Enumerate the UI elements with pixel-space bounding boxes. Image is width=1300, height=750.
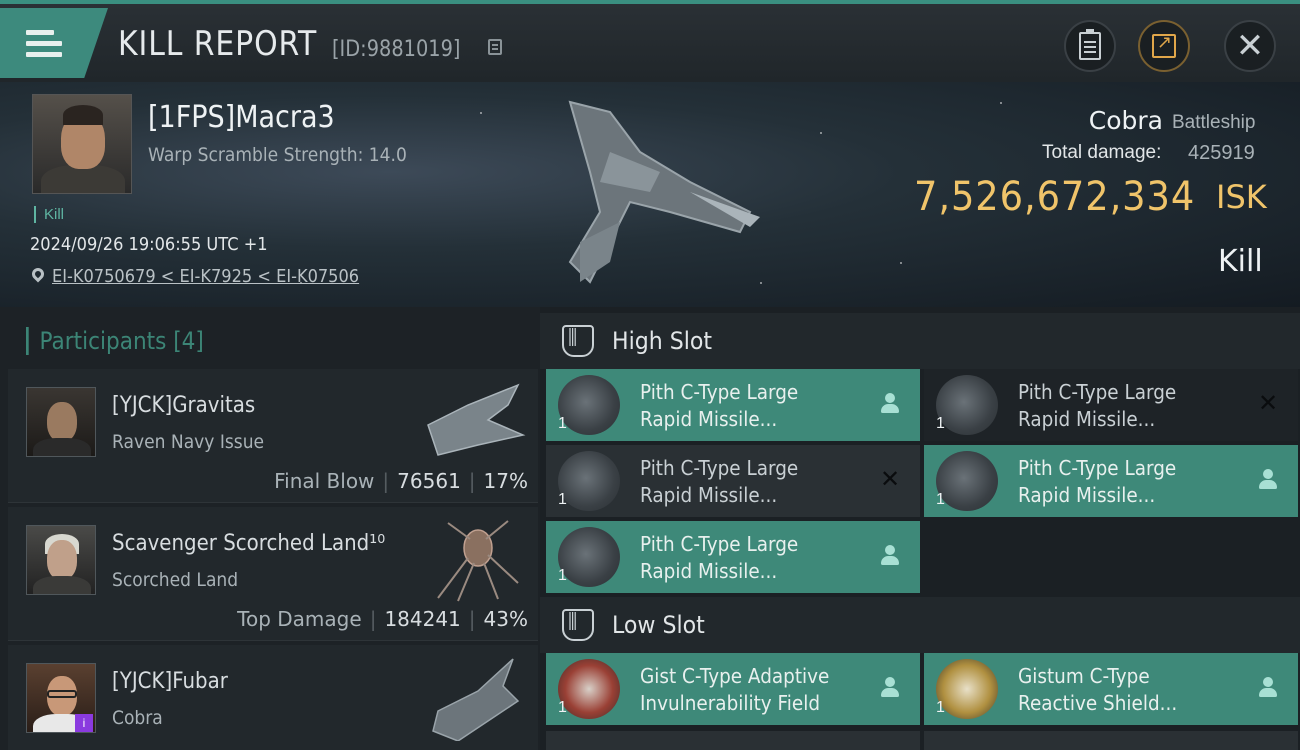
total-damage-label: Total damage: [1042, 142, 1162, 163]
high-slot-header: High Slot [540, 313, 1300, 369]
module-count: 1 [936, 491, 945, 508]
module-item-partial[interactable] [546, 731, 920, 750]
participant-percent: 43% [483, 607, 528, 631]
avatar: i [26, 663, 96, 733]
module-name: Pith C-Type Large Rapid Missile... [640, 456, 799, 507]
participant-card[interactable]: [YJCK]Gravitas Raven Navy Issue Final Bl… [8, 369, 538, 503]
missile-launcher-icon [936, 451, 998, 511]
module-item[interactable]: 1 Pith C-Type Large Rapid Missile... ✕ [924, 369, 1298, 441]
participant-name: Scavenger Scorched Land¹⁰ [112, 531, 386, 556]
high-slot-title: High Slot [612, 327, 713, 355]
low-slot-header: Low Slot [540, 597, 1300, 653]
share-icon [1152, 32, 1176, 58]
info-badge-icon: i [75, 714, 93, 732]
kill-tag: Kill [34, 206, 64, 223]
header-bar: KILL REPORT [ID:9881019] ✕ [0, 0, 1300, 82]
share-button[interactable] [1138, 20, 1190, 72]
page-title: KILL REPORT [118, 24, 318, 64]
kill-result: Kill [1218, 244, 1263, 279]
module-item-partial[interactable] [924, 731, 1298, 750]
victim-ship-image [568, 100, 760, 284]
dropped-person-icon [878, 391, 902, 415]
participant-ship: Scorched Land [112, 569, 239, 591]
missile-launcher-icon [936, 375, 998, 435]
participant-name: [YJCK]Gravitas [112, 393, 256, 418]
missile-launcher-icon [558, 451, 620, 511]
shield-module-icon [936, 659, 998, 719]
destroyed-x-icon: ✕ [1257, 389, 1279, 417]
module-count: 1 [558, 415, 567, 432]
missile-launcher-icon [558, 527, 620, 587]
participant-name: [YJCK]Fubar [112, 669, 228, 694]
module-count: 1 [558, 699, 567, 716]
participants-panel: Participants [4] [YJCK]Gravitas Raven Na… [0, 307, 540, 750]
participant-ship: Cobra [112, 707, 163, 729]
participant-percent: 17% [483, 469, 528, 493]
menu-icon [26, 30, 62, 58]
participant-damage: 76561 [397, 469, 461, 493]
report-id: [ID:9881019] [332, 37, 461, 62]
participant-role: Final Blow [274, 469, 375, 493]
participant-stats: Final Blow | 76561 | 17% [274, 469, 528, 493]
module-item[interactable]: 1 Pith C-Type Large Rapid Missile... [546, 369, 920, 441]
dropped-person-icon [1256, 675, 1280, 699]
fitting-panel: High Slot 1 Pith C-Type LargeRapid Missi… [540, 307, 1300, 750]
clipboard-icon [1079, 29, 1101, 60]
module-item[interactable]: 1 Pith C-Type Large Rapid Missile... [546, 521, 920, 593]
victim-ship-class: Battleship [1172, 112, 1256, 133]
dropped-person-icon [878, 543, 902, 567]
module-count: 1 [558, 567, 567, 584]
victim-avatar[interactable] [32, 94, 132, 194]
module-item[interactable]: 1 Gist C-Type Adaptive Invulnerability Fi… [546, 653, 920, 725]
module-name: Pith C-Type Large Rapid Missile... [1018, 380, 1177, 431]
participant-damage: 184241 [384, 607, 461, 631]
module-item[interactable]: 1 Gistum C-Type Reactive Shield... [924, 653, 1298, 725]
module-count: 1 [936, 699, 945, 716]
avatar [26, 525, 96, 595]
close-button[interactable]: ✕ [1224, 20, 1276, 72]
module-item[interactable]: 1 Pith C-Type Large Rapid Missile... ✕ [546, 445, 920, 517]
missile-launcher-icon [558, 375, 620, 435]
participant-role: Top Damage [237, 607, 362, 631]
warp-scramble-strength: Warp Scramble Strength: 14.0 [148, 144, 407, 166]
kill-location-link[interactable]: EI-K0750679 < EI-K7925 < EI-K07506 [52, 266, 359, 287]
participant-ship-image [432, 658, 520, 741]
module-count: 1 [558, 491, 567, 508]
low-slot-title: Low Slot [612, 611, 705, 639]
participant-ship-image [427, 383, 526, 456]
participants-title: Participants [4] [26, 327, 204, 355]
low-slot-icon [562, 609, 594, 641]
participant-stats: Top Damage | 184241 | 43% [237, 607, 528, 631]
avatar [26, 387, 96, 457]
close-icon: ✕ [1235, 26, 1265, 66]
participant-card[interactable]: i [YJCK]Fubar Cobra [8, 645, 538, 750]
module-item[interactable]: 1 Pith C-Type Large Rapid Missile... [924, 445, 1298, 517]
shield-module-icon [558, 659, 620, 719]
module-name: Pith C-Type Large Rapid Missile... [640, 380, 799, 431]
module-name: Gist C-Type Adaptive Invulnerability Fiel… [640, 664, 830, 715]
destroyed-x-icon: ✕ [879, 465, 901, 493]
dropped-person-icon [1256, 467, 1280, 491]
participant-ship: Raven Navy Issue [112, 431, 265, 453]
copy-icon[interactable] [488, 39, 502, 55]
victim-pilot-name[interactable]: [1FPS]Macra3 [148, 100, 335, 135]
isk-unit: ISK [1216, 178, 1267, 216]
victim-ship-name: Cobra [1088, 106, 1163, 135]
module-name: Gistum C-Type Reactive Shield... [1018, 664, 1178, 715]
victim-summary: [1FPS]Macra3 Warp Scramble Strength: 14.… [0, 82, 1300, 307]
clipboard-button[interactable] [1064, 20, 1116, 72]
high-slot-icon [562, 325, 594, 357]
module-name: Pith C-Type Large Rapid Missile... [1018, 456, 1177, 507]
participant-ship-image [437, 520, 519, 602]
kill-datetime: 2024/09/26 19:06:55 UTC +1 [30, 234, 268, 255]
isk-value: 7,526,672,334 [914, 174, 1196, 220]
participant-card[interactable]: Scavenger Scorched Land¹⁰ Scorched Land … [8, 507, 538, 641]
location-pin-icon [29, 265, 47, 283]
module-count: 1 [936, 415, 945, 432]
total-damage-value: 425919 [1188, 142, 1255, 164]
dropped-person-icon [878, 675, 902, 699]
module-name: Pith C-Type Large Rapid Missile... [640, 532, 799, 583]
menu-button[interactable] [0, 8, 108, 78]
